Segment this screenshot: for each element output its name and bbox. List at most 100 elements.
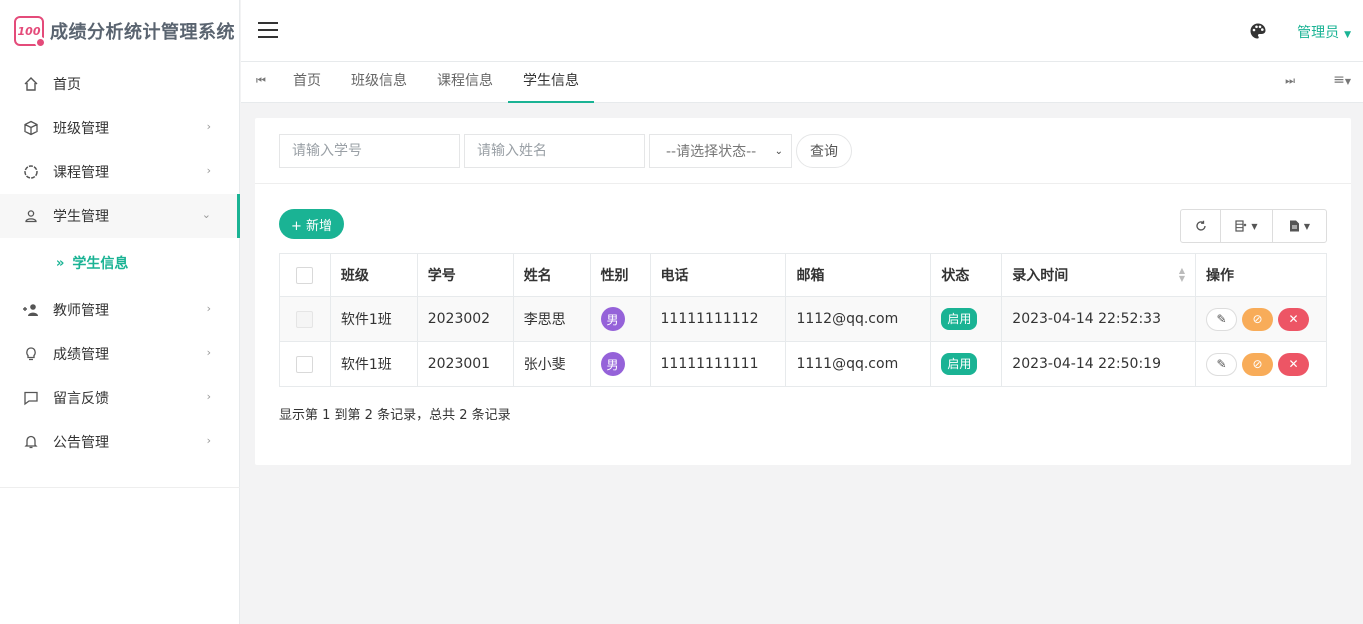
cell-email: 1111@qq.com: [785, 341, 932, 387]
sort-icon[interactable]: ▲ ▼: [1179, 267, 1185, 283]
column-header-actions: 操作: [1194, 253, 1328, 297]
column-header-created[interactable]: 录入时间 ▲ ▼: [1001, 253, 1196, 297]
chevron-right-icon: ›: [206, 120, 211, 133]
pencil-icon: ✎: [1216, 357, 1227, 371]
double-chevron-right-icon: »: [56, 255, 65, 271]
status-badge: 启用: [941, 353, 978, 375]
tab-class-info[interactable]: 班级信息: [336, 62, 422, 103]
tab-scroll-left-icon[interactable]: ⏮: [256, 74, 266, 88]
cube-icon: [22, 119, 40, 137]
close-icon: ✕: [1288, 312, 1299, 326]
table-header-row: 班级 学号 姓名 性别 电话 邮箱 状态 录入时间 ▲ ▼ 操作: [279, 253, 1328, 297]
sidebar-item-announcement[interactable]: 公告管理 ›: [0, 420, 239, 464]
cell-class: 软件1班: [329, 341, 418, 387]
sex-badge: 男: [600, 352, 625, 376]
sidebar-menu: 首页 班级管理 › 课程管理 › 学生管理 ⌄ » 学生信息 教师管理 › 成绩…: [0, 62, 240, 464]
sidebar-item-class-management[interactable]: 班级管理 ›: [0, 106, 239, 150]
column-header-phone[interactable]: 电话: [649, 253, 787, 297]
sidebar: 100 成绩分析统计管理系统 首页 班级管理 › 课程管理 › 学生管理 ⌄ »…: [0, 0, 240, 624]
select-all-checkbox[interactable]: [279, 253, 331, 297]
columns-toggle-icon[interactable]: ▼: [1221, 210, 1273, 242]
name-input[interactable]: [464, 134, 645, 168]
circle-notch-icon: [22, 163, 40, 181]
sidebar-item-course-management[interactable]: 课程管理 ›: [0, 150, 239, 194]
cell-status: 启用: [930, 296, 1003, 342]
sidebar-item-student-management[interactable]: 学生管理 ⌄: [0, 194, 240, 238]
cell-email: 1112@qq.com: [785, 296, 932, 342]
cell-created: 2023-04-14 22:52:33: [1001, 296, 1196, 342]
add-button[interactable]: + 新增: [279, 209, 344, 239]
sidebar-item-score-management[interactable]: 成绩管理 ›: [0, 332, 239, 376]
user-menu[interactable]: 管理员 ▼: [1297, 22, 1351, 42]
edit-button[interactable]: ✎: [1205, 307, 1237, 331]
sidebar-item-home[interactable]: 首页: [0, 62, 239, 106]
chevron-right-icon: ›: [206, 390, 211, 403]
refresh-icon[interactable]: [1181, 210, 1221, 242]
status-select[interactable]: --请选择状态-- ⌄: [649, 134, 792, 168]
home-icon: [22, 75, 40, 93]
menu-toggle-icon[interactable]: [258, 22, 278, 43]
cell-class: 软件1班: [329, 296, 418, 342]
search-form: --请选择状态-- ⌄ 查询: [279, 134, 852, 168]
chevron-right-icon: ›: [206, 164, 211, 177]
cell-phone: 11111111112: [649, 296, 787, 342]
cell-created: 2023-04-14 22:50:19: [1001, 341, 1196, 387]
top-header: 管理员 ▼: [241, 0, 1363, 62]
logo-100-icon: 100: [14, 16, 46, 48]
tab-home[interactable]: 首页: [278, 62, 336, 103]
palette-icon[interactable]: [1249, 22, 1267, 44]
pagination-summary: 显示第 1 到第 2 条记录，总共 2 条记录: [279, 408, 511, 423]
tab-course-info[interactable]: 课程信息: [422, 62, 508, 103]
sidebar-item-teacher-management[interactable]: 教师管理 ›: [0, 288, 239, 332]
column-header-class[interactable]: 班级: [329, 253, 418, 297]
chevron-right-icon: ›: [206, 302, 211, 315]
sidebar-divider: [0, 487, 240, 488]
chevron-right-icon: ›: [206, 434, 211, 447]
row-checkbox[interactable]: [279, 341, 331, 387]
app-title: 成绩分析统计管理系统: [50, 22, 235, 43]
cell-student-no: 2023002: [416, 296, 514, 342]
caret-down-icon: ▼: [1344, 30, 1351, 40]
close-icon: ✕: [1288, 357, 1299, 371]
column-header-sex[interactable]: 性别: [589, 253, 651, 297]
chevron-down-icon: ⌄: [774, 145, 783, 157]
ban-icon: ⊘: [1252, 312, 1263, 326]
query-button[interactable]: 查询: [796, 134, 852, 168]
ban-icon: ⊘: [1252, 357, 1263, 371]
chevron-right-icon: ›: [206, 346, 211, 359]
tab-student-info[interactable]: 学生信息: [508, 62, 594, 103]
disable-button[interactable]: ⊘: [1241, 352, 1273, 376]
table-row: 软件1班 2023001 张小斐 男 11111111111 1111@qq.c…: [279, 341, 1328, 387]
cell-phone: 11111111111: [649, 341, 787, 387]
column-header-student-no[interactable]: 学号: [416, 253, 514, 297]
lightbulb-icon: [22, 345, 40, 363]
sidebar-subitem-student-info[interactable]: » 学生信息: [0, 238, 239, 288]
user-icon: [22, 207, 40, 225]
comment-icon: [22, 389, 40, 407]
tab-bar: ⏮ 首页 班级信息 课程信息 学生信息 ⏭ ≡▼: [241, 62, 1363, 103]
column-header-email[interactable]: 邮箱: [785, 253, 932, 297]
bell-icon: [22, 433, 40, 451]
sex-badge: 男: [600, 307, 625, 331]
cell-name: 李思思: [512, 296, 591, 342]
disable-button[interactable]: ⊘: [1241, 307, 1273, 331]
row-checkbox[interactable]: [279, 296, 331, 342]
student-no-input[interactable]: [279, 134, 460, 168]
column-header-name[interactable]: 姓名: [512, 253, 591, 297]
table-row: 软件1班 2023002 李思思 男 11111111112 1112@qq.c…: [279, 296, 1328, 342]
tab-scroll-right-icon[interactable]: ⏭: [1285, 74, 1295, 88]
delete-button[interactable]: ✕: [1277, 307, 1309, 331]
status-badge: 启用: [941, 308, 978, 330]
table-toolbar: ▼ ▼: [1180, 209, 1327, 243]
cell-actions: ✎ ⊘ ✕: [1194, 296, 1328, 342]
delete-button[interactable]: ✕: [1277, 352, 1309, 376]
cell-student-no: 2023001: [416, 341, 514, 387]
sidebar-item-feedback[interactable]: 留言反馈 ›: [0, 376, 239, 420]
column-header-status[interactable]: 状态: [930, 253, 1003, 297]
cell-sex: 男: [589, 341, 651, 387]
cell-status: 启用: [930, 341, 1003, 387]
edit-button[interactable]: ✎: [1205, 352, 1237, 376]
cell-sex: 男: [589, 296, 651, 342]
export-icon[interactable]: ▼: [1273, 210, 1326, 242]
tab-options-icon[interactable]: ≡▼: [1333, 72, 1351, 88]
